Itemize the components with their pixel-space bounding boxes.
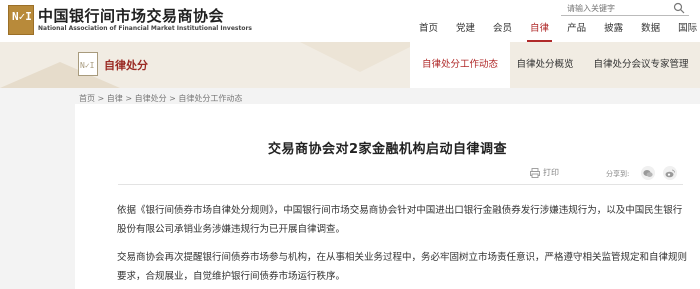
article-paragraph-1: 依据《银行间债券市场自律处分规则》，中国银行间市场交易商协会针对中国进出口银行金… bbox=[117, 205, 683, 235]
tab-overview[interactable]: 自律处分概览 bbox=[510, 42, 580, 88]
main-nav: 首页 党建 会员 自律 产品 披露 数据 国际 bbox=[419, 20, 700, 42]
nav-item-data[interactable]: 数据 bbox=[641, 20, 660, 36]
nav-item-party[interactable]: 党建 bbox=[456, 20, 475, 36]
site-header: N✓I 中国银行间市场交易商协会 National Association of… bbox=[0, 0, 700, 42]
nav-item-home[interactable]: 首页 bbox=[419, 20, 438, 36]
section-title: 自律处分 bbox=[104, 59, 148, 72]
breadcrumb[interactable]: 首页 > 自律 > 自律处分 > 自律处分工作动态 bbox=[79, 93, 242, 104]
nav-item-self-regulation[interactable]: 自律 bbox=[527, 20, 553, 42]
banner-logo-mark: N✓I bbox=[80, 61, 95, 70]
nav-item-products[interactable]: 产品 bbox=[567, 20, 586, 36]
nav-item-label: 自律 bbox=[530, 23, 550, 34]
tab-expert-management[interactable]: 自律处分会议专家管理 bbox=[582, 42, 700, 88]
print-label: 打印 bbox=[543, 168, 559, 177]
weibo-icon bbox=[665, 169, 675, 177]
nav-item-members[interactable]: 会员 bbox=[493, 20, 512, 36]
search-box[interactable] bbox=[561, 1, 689, 16]
brand-name-cn[interactable]: 中国银行间市场交易商协会 bbox=[38, 5, 224, 26]
wechat-icon bbox=[643, 169, 653, 177]
search-icon[interactable] bbox=[673, 2, 685, 14]
sub-tabs: 自律处分工作动态 自律处分概览 自律处分会议专家管理 bbox=[410, 42, 700, 88]
nav-item-international[interactable]: 国际 bbox=[678, 20, 697, 36]
nafmii-logo[interactable]: N✓I bbox=[8, 5, 34, 35]
brand-name-en: National Association of Financial Market… bbox=[38, 25, 252, 32]
banner-logo: N✓I bbox=[78, 52, 98, 76]
article-card: 交易商协会对2家金融机构启动自律调查 打印 分享到: 依据《银行间债券市场自律处… bbox=[75, 104, 700, 289]
nav-item-disclosure[interactable]: 披露 bbox=[604, 20, 623, 36]
tab-work-updates[interactable]: 自律处分工作动态 bbox=[410, 42, 510, 88]
article-title: 交易商协会对2家金融机构启动自律调查 bbox=[267, 142, 508, 157]
article-paragraph-2: 交易商协会再次提醒银行间债券市场参与机构，在从事相关业务过程中，务必牢固树立市场… bbox=[117, 252, 688, 282]
share-label: 分享到: bbox=[606, 170, 630, 178]
logo-mark: N✓I bbox=[12, 10, 32, 23]
search-input[interactable] bbox=[567, 2, 667, 14]
printer-icon bbox=[530, 167, 540, 178]
share-weibo-button[interactable] bbox=[663, 166, 677, 180]
title-divider bbox=[118, 184, 683, 185]
share-wechat-button[interactable] bbox=[641, 166, 655, 180]
print-button[interactable]: 打印 bbox=[530, 167, 559, 178]
